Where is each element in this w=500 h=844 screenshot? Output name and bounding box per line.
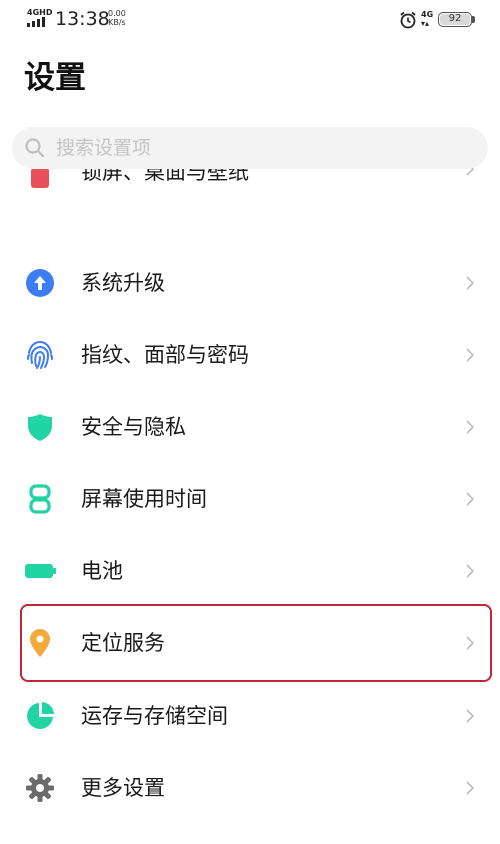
system-update-icon — [26, 269, 54, 297]
status-bar: 4GHD 13:38 0.00 KB/s 4G ▾▴ 92 — [0, 0, 500, 40]
menu-item-screen-time[interactable]: 屏幕使用时间 — [0, 466, 500, 532]
menu-item-label: 电池 — [81, 559, 123, 583]
chevron-right-icon — [466, 276, 475, 290]
chevron-right-icon — [466, 709, 475, 723]
network-type-right: 4G ▾▴ — [421, 10, 433, 28]
menu-item-label: 锁屏、桌面与壁纸 — [81, 168, 249, 184]
wallpaper-icon — [31, 168, 49, 188]
chevron-right-icon — [466, 492, 475, 506]
hourglass-icon — [29, 484, 51, 514]
menu-item-security-privacy[interactable]: 安全与隐私 — [0, 394, 500, 460]
alarm-icon — [400, 11, 416, 29]
chevron-right-icon — [466, 348, 475, 362]
battery-level: 92 — [448, 13, 462, 24]
search-input[interactable]: 搜索设置项 — [12, 127, 488, 169]
menu-item-label: 系统升级 — [81, 271, 165, 295]
data-arrows-icon: ▾▴ — [421, 19, 430, 28]
menu-item-location-services[interactable]: 定位服务 — [0, 610, 500, 676]
menu-item-label: 屏幕使用时间 — [81, 487, 207, 511]
chevron-right-icon — [466, 168, 475, 176]
location-pin-icon — [30, 629, 50, 657]
menu-item-storage[interactable]: 运存与存储空间 — [0, 683, 500, 749]
storage-pie-icon — [27, 702, 54, 729]
chevron-right-icon — [466, 564, 475, 578]
chevron-right-icon — [466, 420, 475, 434]
menu-item-label: 更多设置 — [81, 776, 165, 800]
speed-value: 0.00 — [108, 9, 126, 18]
battery-tip — [472, 16, 475, 23]
status-time: 13:38 — [55, 8, 110, 30]
speed-unit: KB/s — [108, 18, 126, 27]
fingerprint-icon — [27, 340, 53, 369]
chevron-right-icon — [466, 781, 475, 795]
menu-item-more-settings[interactable]: 更多设置 — [0, 755, 500, 821]
gear-icon — [26, 774, 54, 802]
menu-item-system-update[interactable]: 系统升级 — [0, 250, 500, 316]
battery-icon — [25, 564, 56, 578]
search-placeholder: 搜索设置项 — [56, 137, 152, 159]
menu-item-fingerprint[interactable]: 指纹、面部与密码 — [0, 322, 500, 388]
page-title: 设置 — [24, 60, 86, 96]
menu-item-label: 指纹、面部与密码 — [81, 343, 249, 367]
network-right-label: 4G — [421, 10, 434, 19]
network-speed: 0.00 KB/s — [108, 9, 126, 27]
network-type: 4GHD — [27, 8, 53, 17]
search-icon — [25, 138, 45, 158]
menu-item-battery[interactable]: 电池 — [0, 538, 500, 604]
battery-icon: 92 — [438, 12, 472, 27]
menu-item-label: 安全与隐私 — [81, 415, 186, 439]
menu-item-label: 运存与存储空间 — [81, 704, 228, 728]
menu-item-wallpaper[interactable]: 锁屏、桌面与壁纸 — [0, 168, 500, 190]
chevron-right-icon — [466, 636, 475, 650]
shield-icon — [28, 414, 52, 441]
signal-icon — [27, 17, 45, 27]
menu-item-label: 定位服务 — [81, 631, 165, 655]
